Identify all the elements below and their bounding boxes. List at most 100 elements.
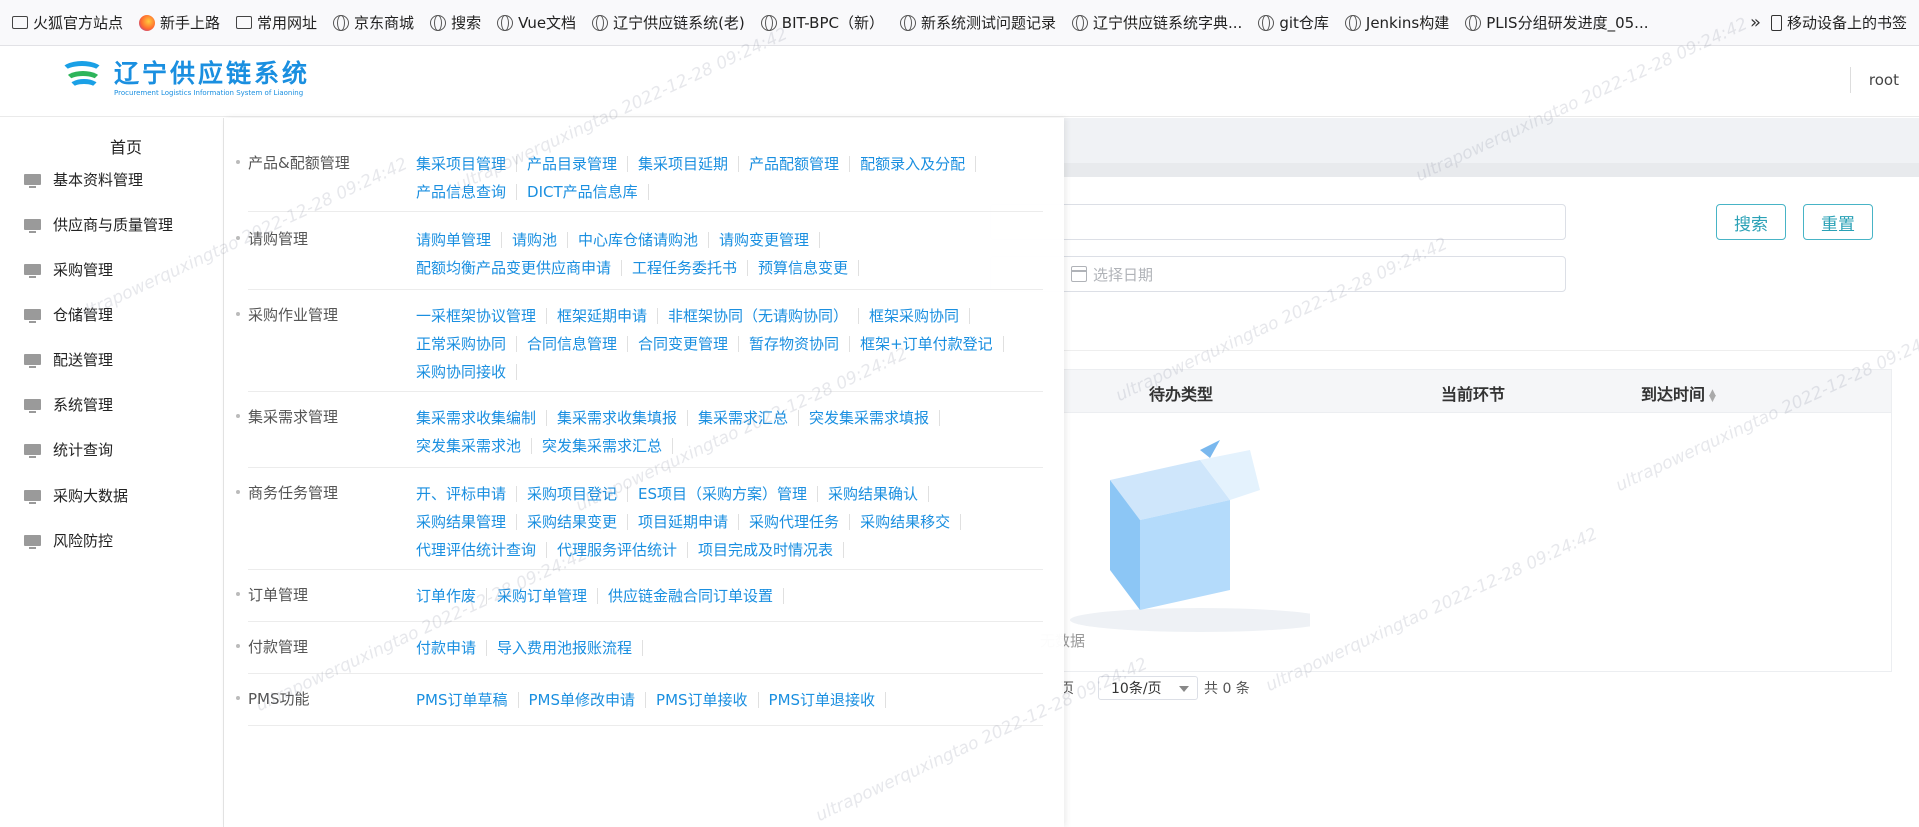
menu-link[interactable]: ES项目（采购方案）管理	[628, 486, 819, 502]
mega-menu: 产品&配额管理 集采项目管理 产品目录管理 集采项目延期 产品配额管理 配额录入及分配产…	[224, 118, 1064, 827]
bookmark-item[interactable]: Jenkins构建	[1344, 12, 1449, 33]
menu-link[interactable]: 产品目录管理	[517, 156, 629, 172]
empty-box-illustration	[1070, 440, 1310, 632]
bookmark-item[interactable]: 辽宁供应链系统(老)	[592, 12, 745, 33]
bookmark-item[interactable]: Vue文档	[497, 12, 576, 33]
menu-link[interactable]: 请购变更管理	[709, 232, 821, 248]
menu-link[interactable]: 请购池	[502, 232, 569, 248]
user-name[interactable]: root	[1869, 71, 1899, 89]
menu-link[interactable]: PMS单修改申请	[519, 692, 647, 708]
menu-link[interactable]: 非框架协同（无请购协同）	[658, 308, 860, 324]
menu-link[interactable]: 配额均衡产品变更供应商申请	[406, 260, 623, 276]
menu-link[interactable]: PMS订单接收	[646, 692, 759, 708]
bookmark-item[interactable]: PLIS分组研发进度_05...	[1465, 12, 1648, 33]
menu-link[interactable]: PMS订单退接收	[759, 692, 887, 708]
menu-link[interactable]: 集采需求收集填报	[547, 410, 689, 426]
menu-link[interactable]: 集采需求汇总	[688, 410, 800, 426]
sort-icon[interactable]: ▲ ▼	[1709, 388, 1716, 403]
menu-link[interactable]: 采购订单管理	[487, 588, 599, 604]
menu-link[interactable]: 供应链金融合同订单设置	[598, 588, 785, 604]
menu-link[interactable]: 框架延期申请	[547, 308, 659, 324]
globe-icon	[497, 14, 514, 31]
menu-link[interactable]: 产品信息查询	[406, 184, 518, 200]
menu-link[interactable]: 合同信息管理	[517, 336, 629, 352]
date-picker[interactable]: 选择日期	[990, 256, 1566, 292]
menu-group-links: 订单作废 采购订单管理 供应链金融合同订单设置	[406, 584, 1026, 612]
menu-link[interactable]: 集采需求收集编制	[406, 410, 548, 426]
sidebar-item-label: 统计查询	[53, 441, 114, 459]
menu-link[interactable]: 产品配额管理	[739, 156, 851, 172]
menu-link[interactable]: 采购协同接收	[406, 364, 518, 380]
sidebar-item-system[interactable]: 系统管理	[24, 394, 113, 415]
menu-group-links: 集采项目管理 产品目录管理 集采项目延期 产品配额管理 配额录入及分配产品信息查询 DIC…	[406, 152, 1026, 208]
menu-link[interactable]: 代理服务评估统计	[547, 542, 689, 558]
sidebar-item-basic-data[interactable]: 基本资料管理	[24, 169, 143, 190]
logo[interactable]: 辽宁供应链系统 Procurement Logistics Informatio…	[60, 57, 310, 101]
search-input[interactable]	[990, 204, 1566, 240]
sidebar-item-supplier[interactable]: 供应商与质量管理	[24, 214, 173, 235]
bookmarks-overflow-icon[interactable]: »	[1750, 12, 1761, 33]
menu-link[interactable]: 代理评估统计查询	[406, 542, 548, 558]
menu-link[interactable]: 配额录入及分配	[850, 156, 977, 172]
menu-link[interactable]: 突发集采需求汇总	[532, 438, 674, 454]
bookmark-item[interactable]: BIT-BPC（新）	[760, 12, 884, 33]
page-size-select[interactable]: 10条/页	[1098, 676, 1198, 700]
menu-group: 订单管理 订单作废 采购订单管理 供应链金融合同订单设置	[235, 584, 1043, 622]
menu-link[interactable]: 一采框架协议管理	[406, 308, 548, 324]
column-header-sortable[interactable]: 到达时间 ▲ ▼	[1641, 381, 1716, 405]
bookmark-item[interactable]: 搜索	[430, 12, 481, 33]
bookmark-label: git仓库	[1279, 14, 1329, 32]
bookmark-item[interactable]: 新手上路	[139, 12, 220, 33]
app-subtitle: Procurement Logistics Information System…	[114, 89, 304, 97]
menu-link[interactable]: 采购结果管理	[406, 514, 518, 530]
sidebar-item-bigdata[interactable]: 采购大数据	[24, 485, 128, 506]
sidebar-item-warehouse[interactable]: 仓储管理	[24, 304, 113, 325]
menu-link[interactable]: 工程任务委托书	[622, 260, 749, 276]
menu-link[interactable]: 订单作废	[406, 588, 488, 604]
menu-link[interactable]: 采购代理任务	[739, 514, 851, 530]
bookmark-item[interactable]: git仓库	[1258, 12, 1329, 33]
menu-link[interactable]: 框架+订单付款登记	[850, 336, 1004, 352]
bookmark-item[interactable]: 常用网址	[236, 12, 317, 33]
menu-link[interactable]: 开、评标申请	[406, 486, 518, 502]
menu-link[interactable]: 付款申请	[406, 640, 488, 656]
sidebar: 首页 基本资料管理 供应商与质量管理 采购管理 仓储管理 配送管理 系统管理 统…	[0, 118, 224, 827]
bookmark-item[interactable]: 新系统测试问题记录	[899, 12, 1056, 33]
search-button[interactable]: 搜索	[1716, 204, 1786, 240]
menu-link[interactable]: 项目完成及时情况表	[688, 542, 845, 558]
mobile-bookmarks[interactable]: 移动设备上的书签	[1770, 12, 1907, 33]
menu-link[interactable]: 合同变更管理	[628, 336, 740, 352]
menu-group: 付款管理 付款申请 导入费用池报账流程	[235, 636, 1043, 674]
menu-link[interactable]: 采购结果变更	[517, 514, 629, 530]
bookmark-item[interactable]: 火狐官方站点	[12, 12, 123, 33]
menu-group-links: 一采框架协议管理 框架延期申请 非框架协同（无请购协同） 框架采购协同正常采购协同 合同…	[406, 304, 1026, 388]
menu-link[interactable]: 突发集采需求填报	[799, 410, 941, 426]
sidebar-item-statistics[interactable]: 统计查询	[24, 439, 113, 460]
menu-link[interactable]: 框架采购协同	[859, 308, 971, 324]
menu-link[interactable]: DICT产品信息库	[517, 184, 649, 200]
menu-link[interactable]: 集采项目管理	[406, 156, 518, 172]
menu-link[interactable]: 请购单管理	[406, 232, 503, 248]
menu-link[interactable]: 中心库仓储请购池	[568, 232, 710, 248]
menu-link[interactable]: 集采项目延期	[628, 156, 740, 172]
menu-link[interactable]: 预算信息变更	[748, 260, 860, 276]
menu-link[interactable]: 正常采购协同	[406, 336, 518, 352]
menu-group: 集采需求管理 集采需求收集编制 集采需求收集填报 集采需求汇总 突发集采需求填报突发集…	[235, 406, 1043, 468]
menu-link[interactable]: 采购项目登记	[517, 486, 629, 502]
sidebar-item-delivery[interactable]: 配送管理	[24, 349, 113, 370]
menu-link[interactable]: 采购结果移交	[850, 514, 962, 530]
sidebar-item-risk[interactable]: 风险防控	[24, 530, 113, 551]
menu-link[interactable]: PMS订单草稿	[406, 692, 519, 708]
column-header-label: 到达时间	[1641, 385, 1706, 404]
menu-link[interactable]: 导入费用池报账流程	[487, 640, 644, 656]
bookmark-item[interactable]: 辽宁供应链系统字典...	[1072, 12, 1242, 33]
globe-icon	[430, 14, 447, 31]
sidebar-home[interactable]: 首页	[110, 134, 142, 158]
reset-button[interactable]: 重置	[1803, 204, 1873, 240]
menu-link[interactable]: 暂存物资协同	[739, 336, 851, 352]
bookmark-item[interactable]: 京东商城	[333, 12, 414, 33]
menu-link[interactable]: 项目延期申请	[628, 514, 740, 530]
menu-link[interactable]: 突发集采需求池	[406, 438, 533, 454]
sidebar-item-purchase[interactable]: 采购管理	[24, 259, 113, 280]
menu-link[interactable]: 采购结果确认	[818, 486, 930, 502]
